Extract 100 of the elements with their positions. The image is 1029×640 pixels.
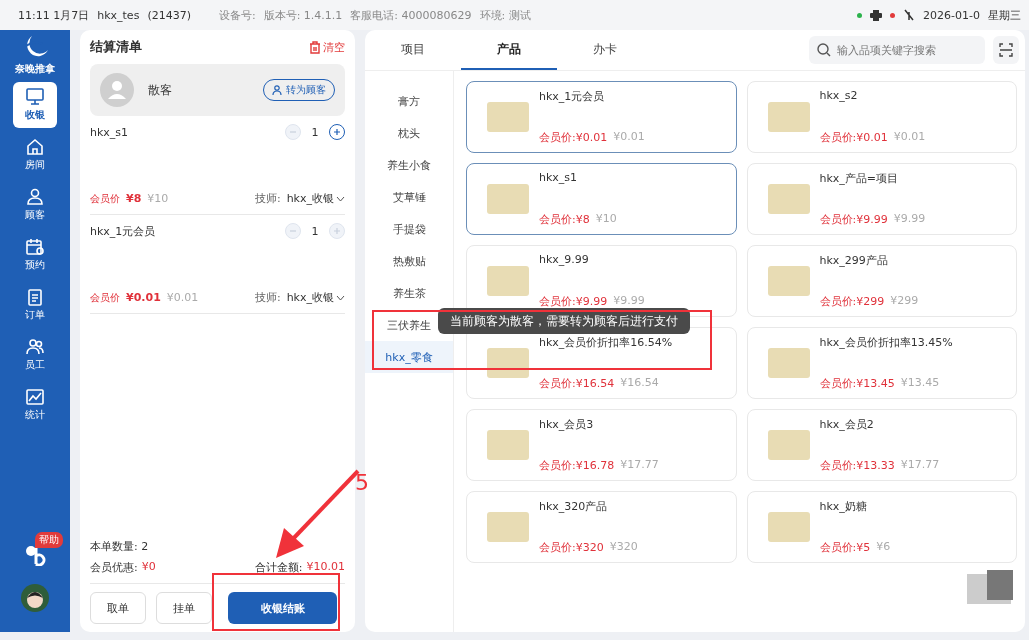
nav-item[interactable]: 订单	[13, 282, 57, 328]
product-card[interactable]: hkx_1元会员 会员价:¥0.01 ¥0.01	[466, 81, 737, 153]
increase-button[interactable]	[329, 124, 345, 140]
nav-item[interactable]: 收银	[13, 82, 57, 128]
product-card[interactable]: hkx_会员2 会员价:¥13.33 ¥17.77	[746, 409, 1017, 481]
member-price: 会员价:¥9.99	[539, 294, 608, 309]
photo-placeholder	[767, 184, 810, 214]
category-item[interactable]: 养生小食	[365, 149, 453, 181]
nav-item[interactable]: 预约	[13, 232, 57, 278]
person-icon	[25, 188, 45, 206]
chevron-down-icon	[336, 195, 345, 202]
category-item[interactable]: 养生茶	[365, 277, 453, 309]
product-name: hkx_s1	[539, 171, 579, 184]
member-price: 会员价:¥5	[819, 540, 871, 555]
annotation-number: 5	[355, 470, 369, 495]
minus-icon	[289, 227, 297, 235]
original-price: ¥0.01	[166, 291, 199, 304]
user-id: (21437)	[147, 8, 191, 22]
member-price: ¥8	[126, 192, 142, 205]
product-name: hkx_产品=项目	[819, 171, 900, 186]
category-item[interactable]: 枕头	[365, 117, 453, 149]
member-price: 会员价:¥16.78	[539, 458, 615, 473]
original-price: ¥9.99	[893, 212, 926, 227]
photo-placeholder	[767, 348, 810, 378]
product-card[interactable]: hkx_产品=项目 会员价:¥9.99 ¥9.99	[746, 163, 1017, 235]
category-item[interactable]: 膏方	[365, 85, 453, 117]
status-weekday: 星期三	[988, 7, 1021, 23]
category-item[interactable]: 热敷贴	[365, 245, 453, 277]
product-name: hkx_9.99	[539, 253, 590, 266]
scan-button[interactable]	[993, 36, 1019, 64]
status-dot	[890, 12, 896, 18]
product-name: hkx_s2	[819, 89, 859, 102]
status-date: 2026-01-0	[923, 8, 980, 22]
checkout-button[interactable]: 收银结账	[228, 592, 337, 624]
action-button[interactable]: 挂单	[156, 592, 212, 624]
nav-item[interactable]: 员工	[13, 332, 57, 378]
phone-text: 客服电话: 4000080629	[350, 7, 472, 23]
original-price: ¥0.01	[613, 130, 645, 145]
photo-placeholder	[487, 348, 529, 378]
original-price: ¥16.54	[620, 376, 659, 391]
photo-placeholder	[487, 512, 529, 542]
avatar-icon[interactable]	[21, 584, 49, 612]
tab[interactable]: 产品	[461, 30, 557, 70]
product-card[interactable]: hkx_奶糖 会员价:¥5 ¥6	[746, 491, 1017, 563]
nav-item[interactable]: 房间	[13, 132, 57, 178]
technician-dropdown[interactable]: hkx_收银	[286, 290, 345, 305]
photo-placeholder	[487, 102, 529, 132]
photo-placeholder	[767, 512, 810, 542]
product-card[interactable]: hkx_会员3 会员价:¥16.78 ¥17.77	[466, 409, 737, 481]
product-name: hkx_会员2	[819, 417, 875, 432]
product-card[interactable]: hkx_320产品 会员价:¥320 ¥320	[466, 491, 737, 563]
customer-name: 散客	[148, 81, 172, 99]
house-icon	[25, 138, 45, 156]
action-button[interactable]: 取单	[90, 592, 146, 624]
technician-label: 技师:	[254, 290, 281, 305]
member-price: 会员价:¥0.01	[539, 130, 608, 145]
person-icon	[272, 84, 282, 96]
photo-placeholder	[767, 430, 810, 460]
plus-icon	[333, 227, 341, 235]
photo-placeholder	[487, 266, 529, 296]
search-field[interactable]: 输入品项关键字搜索	[809, 36, 985, 64]
technician-dropdown[interactable]: hkx_收银	[286, 191, 345, 206]
photo-placeholder	[767, 102, 810, 132]
scan-icon	[999, 43, 1013, 57]
member-price: 会员价:¥13.45	[819, 376, 895, 391]
env-text: 环境: 测试	[479, 7, 531, 23]
member-price: 会员价:¥0.01	[819, 130, 888, 145]
category-item[interactable]: 艾草锤	[365, 181, 453, 213]
product-card[interactable]: hkx_s1 会员价:¥8 ¥10	[466, 163, 737, 235]
status-dot	[857, 12, 863, 18]
cart-item-name: hkx_1元会员	[90, 223, 156, 239]
category-item[interactable]: hkx_零食	[365, 341, 453, 373]
clear-button[interactable]: 清空	[309, 39, 345, 55]
version-text: 版本号: 1.4.1.1	[263, 7, 343, 23]
original-price: ¥0.01	[893, 130, 926, 145]
category-item[interactable]: 手提袋	[365, 213, 453, 245]
calendar-icon	[25, 238, 45, 256]
device-label: 设备号:	[218, 7, 256, 23]
original-price: ¥17.77	[620, 458, 659, 473]
member-price: 会员价:¥13.33	[819, 458, 895, 473]
minus-icon	[289, 128, 297, 136]
chevron-down-icon	[336, 294, 345, 301]
item-count: 本单数量: 2	[90, 539, 150, 554]
nav-item[interactable]: 统计	[13, 382, 57, 428]
original-price: ¥320	[609, 540, 638, 555]
price-label: 会员价	[90, 191, 120, 206]
quantity-text: 1	[310, 224, 320, 238]
original-price: ¥13.45	[900, 376, 940, 391]
nav-item[interactable]: 顾客	[13, 182, 57, 228]
quantity-text: 1	[310, 125, 320, 139]
tab[interactable]: 项目	[365, 30, 461, 70]
cart-title: 结算清单	[90, 38, 142, 56]
product-card[interactable]: hkx_s2 会员价:¥0.01 ¥0.01	[746, 81, 1017, 153]
help-badge: 帮助	[35, 532, 63, 548]
photo-placeholder	[767, 266, 810, 296]
product-card[interactable]: hkx_会员价折扣率13.45% 会员价:¥13.45 ¥13.45	[746, 327, 1017, 399]
original-price: ¥10	[595, 212, 617, 227]
member-price: ¥0.01	[126, 291, 161, 304]
tab[interactable]: 办卡	[557, 30, 653, 70]
product-card[interactable]: hkx_299产品 会员价:¥299 ¥299	[746, 245, 1017, 317]
